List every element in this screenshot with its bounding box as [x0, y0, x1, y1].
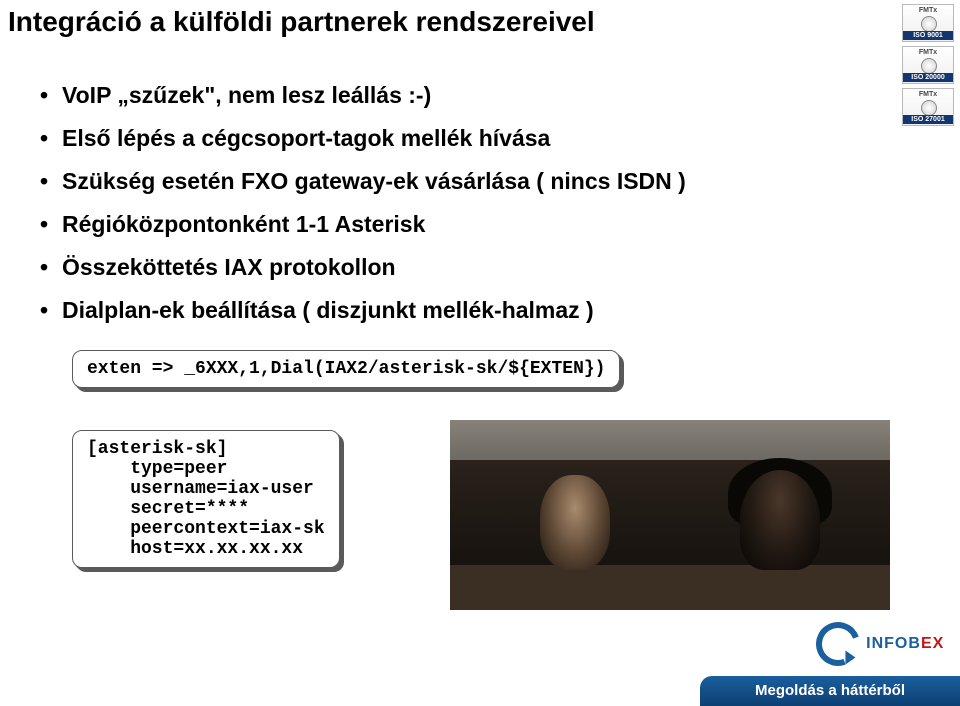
bullet-item: Első lépés a cégcsoport-tagok mellék hív… [40, 125, 740, 152]
seal-icon [921, 58, 937, 74]
slide-title: Integráció a külföldi partnerek rendszer… [8, 6, 595, 38]
logo-text: INFOBEX [866, 635, 944, 653]
seal-icon [921, 100, 937, 116]
code-content: exten => _6XXX,1,Dial(IAX2/asterisk-sk/$… [72, 350, 620, 388]
cert-brand: FMTx [919, 7, 937, 14]
logo-text-accent: EX [921, 635, 944, 652]
bullet-item: Szükség esetén FXO gateway-ek vásárlása … [40, 168, 740, 195]
seal-icon [921, 16, 937, 32]
logo-text-main: INFOB [866, 635, 921, 652]
cert-badge: FMTx ISO 20000 [902, 46, 954, 84]
cert-badges: FMTx ISO 9001 FMTx ISO 20000 FMTx ISO 27… [902, 4, 954, 130]
bullet-item: VoIP „szűzek", nem lesz leállás :-) [40, 82, 740, 109]
company-logo: INFOBEX [810, 622, 950, 672]
code-block-peer: [asterisk-sk] type=peer username=iax-use… [72, 430, 340, 568]
cert-brand: FMTx [919, 91, 937, 98]
bullet-item: Dialplan-ek beállítása ( diszjunkt mellé… [40, 297, 740, 324]
code-block-exten: exten => _6XXX,1,Dial(IAX2/asterisk-sk/$… [72, 350, 620, 388]
code-content: [asterisk-sk] type=peer username=iax-use… [72, 430, 340, 568]
cert-badge: FMTx ISO 9001 [902, 4, 954, 42]
cert-brand: FMTx [919, 49, 937, 56]
movie-still-image [450, 420, 890, 610]
bullet-list: VoIP „szűzek", nem lesz leállás :-) Első… [40, 72, 740, 340]
logo-ring-icon [808, 615, 866, 673]
bullet-item: Összeköttetés IAX protokollon [40, 254, 740, 281]
tagline: Megoldás a háttérből [700, 676, 960, 706]
cert-badge: FMTx ISO 27001 [902, 88, 954, 126]
cert-iso-label: ISO 20000 [903, 73, 953, 82]
bullet-item: Régióközpontonként 1-1 Asterisk [40, 211, 740, 238]
cert-iso-label: ISO 9001 [903, 31, 953, 40]
cert-iso-label: ISO 27001 [903, 115, 953, 124]
